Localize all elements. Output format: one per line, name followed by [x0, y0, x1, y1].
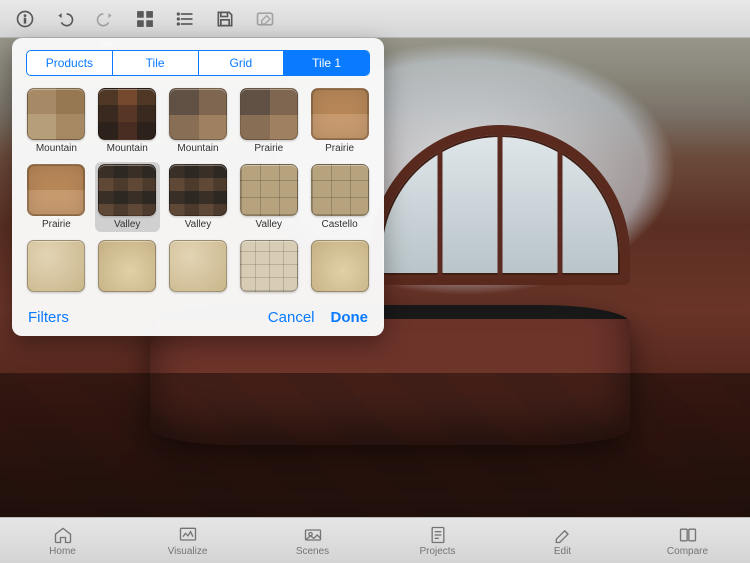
swatch-thumb — [98, 164, 156, 216]
swatch-label: Valley — [114, 219, 141, 230]
grid-icon[interactable] — [134, 8, 156, 30]
save-icon[interactable] — [214, 8, 236, 30]
tab-grid[interactable]: Grid — [199, 51, 285, 75]
tab-label: Projects — [419, 546, 455, 557]
cancel-button[interactable]: Cancel — [268, 309, 315, 326]
swatch-label: Mountain — [177, 143, 218, 154]
swatch-thumb — [240, 88, 298, 140]
tab-edit[interactable]: Edit — [518, 525, 608, 557]
tab-tile-1[interactable]: Tile 1 — [284, 51, 369, 75]
swatch-thumb — [169, 164, 227, 216]
swatch-thumb — [27, 164, 85, 216]
swatch-thumb — [27, 88, 85, 140]
done-button[interactable]: Done — [331, 309, 369, 326]
swatch-thumb — [169, 240, 227, 292]
swatch-thumb — [240, 240, 298, 292]
tab-products[interactable]: Products — [27, 51, 113, 75]
tab-label: Scenes — [296, 546, 329, 557]
tab-projects[interactable]: Projects — [393, 525, 483, 557]
swatch-tile-12[interactable] — [166, 238, 231, 297]
swatch-label: Prairie — [254, 143, 283, 154]
swatch-label: Mountain — [107, 143, 148, 154]
tab-home[interactable]: Home — [18, 525, 108, 557]
swatch-tile-14[interactable] — [307, 238, 372, 297]
swatch-label: Castello — [322, 219, 358, 230]
tab-label: Compare — [667, 546, 708, 557]
tab-scenes[interactable]: Scenes — [268, 525, 358, 557]
swatch-label: Mountain — [36, 143, 77, 154]
swatch-thumb — [311, 240, 369, 292]
info-icon[interactable] — [14, 8, 36, 30]
swatch-label: Prairie — [42, 219, 71, 230]
filters-button[interactable]: Filters — [28, 309, 69, 326]
tab-label: Visualize — [168, 546, 208, 557]
tab-visualize[interactable]: Visualize — [143, 525, 233, 557]
swatch-label: Valley — [185, 219, 212, 230]
swatch-thumb — [311, 88, 369, 140]
swatch-label: Valley — [256, 219, 283, 230]
swatch-label: Prairie — [325, 143, 354, 154]
swatch-valley-6[interactable]: Valley — [95, 162, 160, 232]
swatch-valley-7[interactable]: Valley — [166, 162, 231, 232]
tab-tile[interactable]: Tile — [113, 51, 199, 75]
swatch-tile-10[interactable] — [24, 238, 89, 297]
segmented-control: ProductsTileGridTile 1 — [26, 50, 370, 76]
swatch-thumb — [98, 240, 156, 292]
swatch-tile-13[interactable] — [236, 238, 301, 297]
swatch-thumb — [98, 88, 156, 140]
swatch-prairie-3[interactable]: Prairie — [236, 86, 301, 156]
redo-icon — [94, 8, 116, 30]
swatch-thumb — [240, 164, 298, 216]
swatch-tile-11[interactable] — [95, 238, 160, 297]
tab-label: Home — [49, 546, 76, 557]
swatch-prairie-5[interactable]: Prairie — [24, 162, 89, 232]
list-icon[interactable] — [174, 8, 196, 30]
swatch-castello-9[interactable]: Castello — [307, 162, 372, 232]
scene-window — [370, 125, 630, 285]
tab-label: Edit — [554, 546, 571, 557]
edit-icon — [254, 8, 276, 30]
swatch-valley-8[interactable]: Valley — [236, 162, 301, 232]
tab-compare[interactable]: Compare — [643, 525, 733, 557]
tile-picker-popover: ProductsTileGridTile 1 MountainMountainM… — [12, 38, 384, 336]
undo-icon[interactable] — [54, 8, 76, 30]
swatch-thumb — [311, 164, 369, 216]
swatch-mountain-1[interactable]: Mountain — [95, 86, 160, 156]
swatch-thumb — [27, 240, 85, 292]
bottom-tab-bar: Home Visualize Scenes Projects Edit Compare — [0, 517, 750, 563]
swatch-prairie-4[interactable]: Prairie — [307, 86, 372, 156]
popover-footer: Filters Cancel Done — [22, 303, 374, 328]
swatch-mountain-2[interactable]: Mountain — [166, 86, 231, 156]
swatch-grid: Mountain Mountain Mountain Prairie Prairie Pr… — [22, 86, 374, 303]
swatch-mountain-0[interactable]: Mountain — [24, 86, 89, 156]
swatch-thumb — [169, 88, 227, 140]
